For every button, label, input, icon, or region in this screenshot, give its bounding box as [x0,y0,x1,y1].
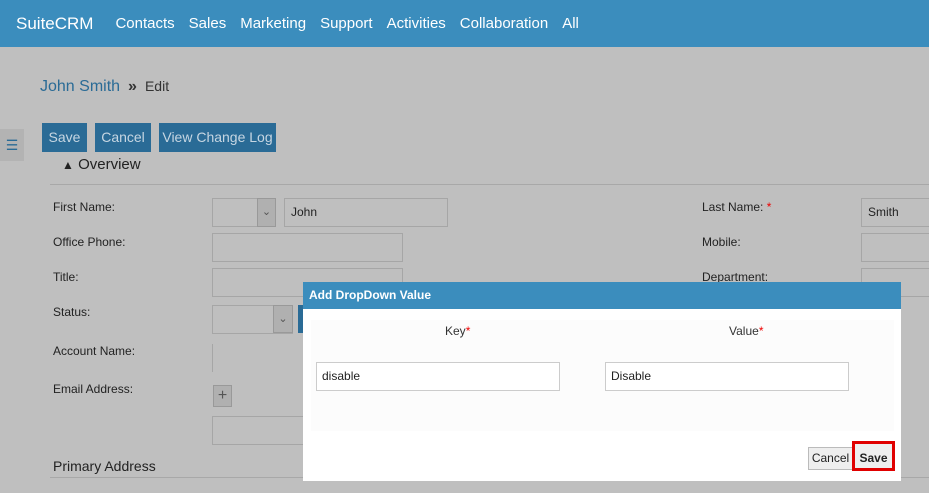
nav-contacts[interactable]: Contacts [115,15,174,32]
value-input[interactable]: Disable [605,362,849,391]
chevron-up-icon: ▲ [62,158,74,172]
office-phone-input[interactable] [212,233,403,262]
nav-support[interactable]: Support [320,15,373,32]
save-button[interactable]: Save [42,123,87,152]
nav-all[interactable]: All [562,15,579,32]
email-address-input[interactable] [212,416,307,445]
overview-title: Overview [78,156,141,173]
breadcrumb-separator: » [128,78,137,95]
dialog-title: Add DropDown Value [303,282,901,309]
status-label: Status: [53,305,91,319]
brand-logo[interactable]: SuiteCRM [16,14,93,34]
last-name-input[interactable]: Smith [861,198,929,227]
nav-sales[interactable]: Sales [189,15,227,32]
overview-panel-toggle[interactable]: ▲ Overview [62,156,141,173]
cancel-button[interactable]: Cancel [95,123,151,152]
key-label: Key* [445,324,471,338]
account-name-label: Account Name: [53,344,136,358]
dialog-save-button[interactable]: Save [852,441,895,471]
primary-address-title: Primary Address [53,458,156,474]
top-nav: SuiteCRM Contacts Sales Marketing Suppor… [0,0,929,47]
dialog-cancel-button[interactable]: Cancel [808,447,853,470]
account-name-input[interactable] [212,344,213,372]
mobile-input[interactable] [861,233,929,262]
required-marker: * [766,200,772,214]
breadcrumb-record-link[interactable]: John Smith [40,78,120,95]
mobile-label: Mobile: [702,235,741,249]
view-change-log-button[interactable]: View Change Log [159,123,276,152]
value-label: Value* [729,324,764,338]
sidebar-toggle-list-icon[interactable]: ☰ [0,129,24,161]
last-name-label: Last Name: * [702,200,772,214]
first-name-label: First Name: [53,200,116,214]
nav-activities[interactable]: Activities [387,15,446,32]
breadcrumb-action: Edit [144,78,170,94]
nav-collaboration[interactable]: Collaboration [460,15,548,32]
chevron-down-icon[interactable]: ⌄ [273,305,293,333]
chevron-down-icon[interactable]: ⌄ [257,198,276,227]
email-address-label: Email Address: [53,382,134,396]
plus-icon[interactable]: + [213,385,232,407]
key-input[interactable]: disable [316,362,560,391]
breadcrumb: John Smith » Edit [40,78,169,96]
nav-marketing[interactable]: Marketing [240,15,306,32]
office-phone-label: Office Phone: [53,235,126,249]
first-name-input[interactable]: John [284,198,448,227]
divider [50,184,929,185]
title-label: Title: [53,270,79,284]
